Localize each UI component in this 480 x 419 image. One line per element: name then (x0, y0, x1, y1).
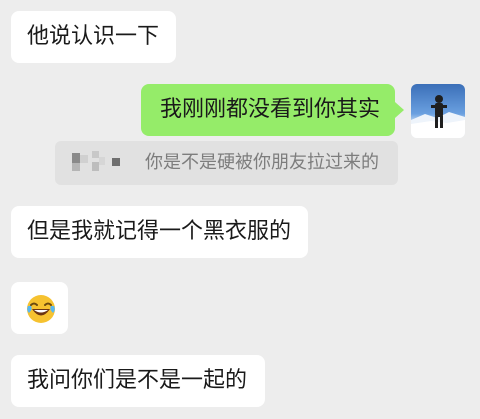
avatar-photo-icon (411, 95, 465, 138)
incoming-message-2[interactable]: 但是我就记得一个黑衣服的 (11, 206, 308, 258)
quoted-text: 你是不是硬被你朋友拉过来的 (145, 152, 379, 173)
message-text: 他说认识一下 (27, 24, 160, 49)
laughing-crying-emoji-icon (27, 295, 55, 323)
message-text: 我刚刚都没看到你其实 (160, 97, 381, 122)
bubble-tail (395, 102, 404, 118)
message-text: 但是我就记得一个黑衣服的 (27, 219, 292, 244)
user-avatar[interactable] (411, 84, 465, 138)
incoming-message-3[interactable]: 我问你们是不是一起的 (11, 355, 265, 407)
blurred-sender-name (72, 151, 130, 175)
message-text: 我问你们是不是一起的 (27, 368, 248, 393)
incoming-message-1[interactable]: 他说认识一下 (11, 11, 176, 63)
outgoing-message-1[interactable]: 我刚刚都没看到你其实 (141, 84, 395, 136)
quoted-message[interactable]: 你是不是硬被你朋友拉过来的 (55, 141, 398, 185)
